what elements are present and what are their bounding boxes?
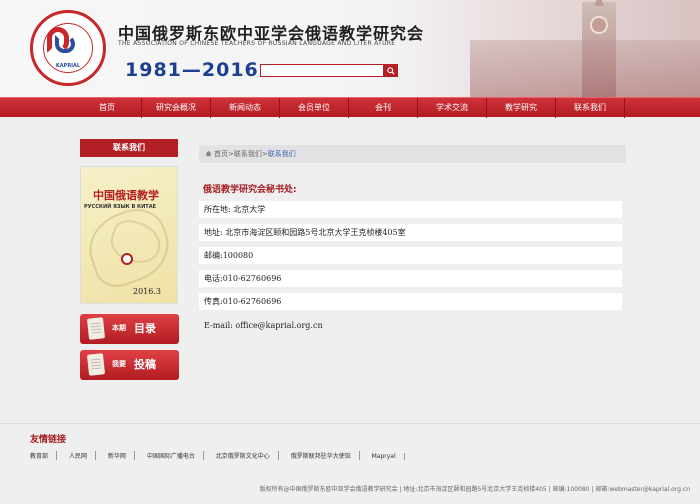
- site-header: KAPRIAL 中国俄罗斯东欧中亚学会俄语教学研究会 THE ASSOCIATI…: [0, 0, 700, 97]
- contact-phone: 电话:010-62760696: [199, 270, 622, 287]
- nav-item-members[interactable]: 会员单位: [280, 98, 349, 118]
- nav-item-teaching[interactable]: 教学研究: [487, 98, 556, 118]
- contact-location: 所在地: 北京大学: [199, 201, 622, 218]
- friend-link-moe[interactable]: 教育部: [28, 451, 58, 460]
- search-box: [260, 64, 400, 77]
- toc-button[interactable]: 本期 目录: [80, 314, 179, 344]
- friend-link-russian-center[interactable]: 北京俄罗斯文化中心: [214, 451, 279, 460]
- breadcrumb-section[interactable]: 联系我们: [234, 150, 262, 158]
- breadcrumb: 首页>联系我们>联系我们: [199, 145, 626, 163]
- tower-spire: [594, 0, 604, 6]
- journal-cover[interactable]: 中国俄语教学 РУССКИЙ ЯЗЫК В КИТАЕ 2016.3: [80, 166, 178, 304]
- nav-item-academic[interactable]: 学术交流: [418, 98, 487, 118]
- main-nav: 首页 研究会概况 新闻动态 会员单位 会刊 学术交流 教学研究 联系我们: [0, 97, 700, 118]
- cover-subtitle: РУССКИЙ ЯЗЫК В КИТАЕ: [84, 204, 156, 210]
- friend-links: 教育部 人民网 新华网 中国国际广播电台 北京俄罗斯文化中心 俄罗斯联邦驻华大使…: [28, 451, 413, 461]
- friend-link-embassy[interactable]: 俄罗斯联邦驻华大使馆: [289, 451, 360, 460]
- search-input[interactable]: [260, 64, 384, 77]
- logo-text: KAPRIAL: [55, 63, 81, 69]
- submit-button-large: 投稿: [134, 358, 156, 371]
- site-years: 1981—2016: [125, 59, 259, 81]
- document-icon: [86, 317, 106, 340]
- sidebar-title: 联系我们: [80, 139, 178, 157]
- cover-date: 2016.3: [133, 287, 161, 296]
- friend-link-cri[interactable]: 中国国际广播电台: [145, 451, 204, 460]
- contact-email: E-mail: office@kaprial.org.cn: [204, 321, 323, 330]
- tower-clock: [590, 16, 608, 34]
- home-icon: [205, 150, 212, 157]
- nav-item-overview[interactable]: 研究会概况: [142, 98, 211, 118]
- submit-button[interactable]: 我要 投稿: [80, 350, 179, 380]
- contact-address: 地址: 北京市海淀区颐和园路5号北京大学王克桢楼405室: [199, 224, 622, 241]
- contact-title: 俄语教学研究会秘书处:: [203, 185, 297, 195]
- document-icon: [86, 353, 106, 376]
- nav-item-journal[interactable]: 会刊: [349, 98, 418, 118]
- search-button[interactable]: [384, 64, 398, 77]
- breadcrumb-current[interactable]: 联系我们: [268, 150, 296, 158]
- footer-divider: [0, 423, 700, 424]
- nav-item-news[interactable]: 新闻动态: [211, 98, 280, 118]
- contact-postcode: 邮编:100080: [199, 247, 622, 264]
- friend-link-people[interactable]: 人民网: [67, 451, 96, 460]
- copyright: 版权所有@中国俄罗斯东欧中亚学会俄语教学研究会 | 地址:北京市海淀区颐和园路5…: [259, 486, 690, 493]
- nav-item-home[interactable]: 首页: [73, 98, 142, 118]
- nav-item-contact[interactable]: 联系我们: [556, 98, 625, 118]
- friend-link-mapryal[interactable]: Mapryal: [370, 453, 405, 460]
- toc-button-small: 本期: [112, 324, 126, 332]
- kremlin-tower-image: [582, 0, 616, 97]
- cover-logo-icon: [121, 253, 133, 265]
- toc-button-large: 目录: [134, 322, 156, 335]
- site-logo[interactable]: KAPRIAL: [30, 10, 106, 86]
- friend-link-xinhua[interactable]: 新华网: [106, 451, 135, 460]
- breadcrumb-home[interactable]: 首页: [214, 150, 228, 158]
- submit-button-small: 我要: [112, 360, 126, 368]
- site-title-en: THE ASSOCIATION OF CHINESE TEACHERS OF R…: [118, 40, 396, 47]
- logo-blue-ribbon: [55, 35, 75, 53]
- friend-links-title: 友情链接: [30, 435, 67, 445]
- cover-title: 中国俄语教学: [93, 189, 159, 202]
- contact-fax: 传真:010-62760696: [199, 293, 622, 310]
- search-icon: [387, 66, 395, 75]
